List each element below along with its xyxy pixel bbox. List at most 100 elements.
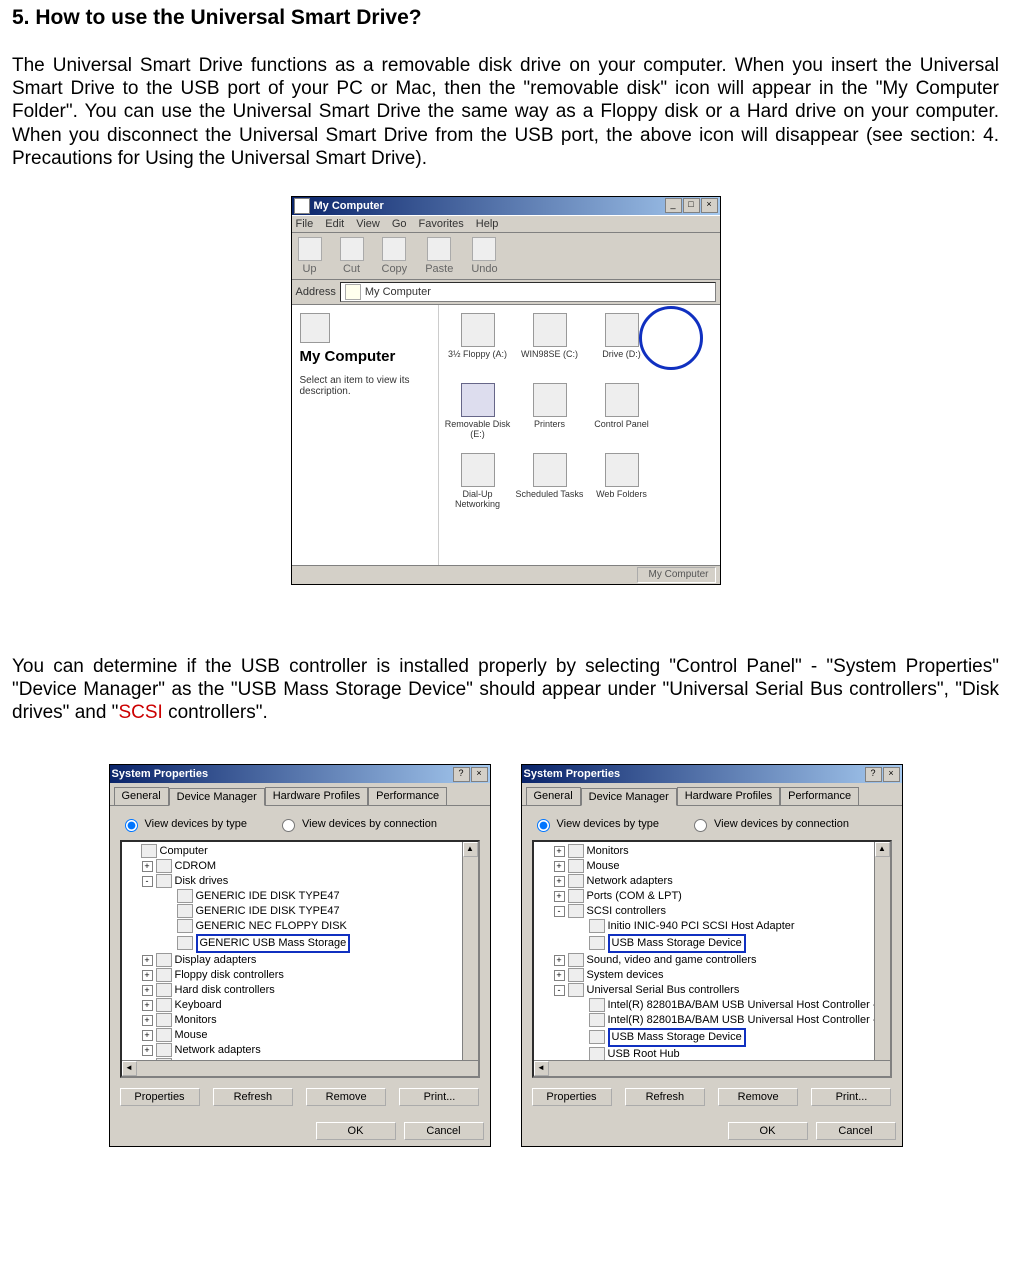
scrollbar-horizontal[interactable]: ◄ [122,1060,478,1076]
tab-device-manager[interactable]: Device Manager [169,788,265,806]
tree-node[interactable]: +Hard disk controllers [124,983,476,998]
tree-node[interactable]: +Monitors [536,844,888,859]
expand-icon[interactable]: - [554,906,565,917]
tree-node[interactable]: +Ports (COM & LPT) [536,889,888,904]
tree-node[interactable]: GENERIC IDE DISK TYPE47 [124,904,476,919]
tab-device-manager[interactable]: Device Manager [581,788,677,806]
dlg-titlebar[interactable]: System Properties ? × [110,765,490,783]
tree-node[interactable]: Intel(R) 82801BA/BAM USB Universal Host … [536,998,888,1013]
expand-icon[interactable]: + [142,1015,153,1026]
expand-icon[interactable]: + [142,955,153,966]
maximize-button[interactable]: □ [683,198,700,213]
desktop-icon[interactable]: Web Folders [587,451,657,519]
tree-node[interactable]: GENERIC IDE DISK TYPE47 [124,889,476,904]
menu-help[interactable]: Help [476,218,499,230]
minimize-button[interactable]: _ [665,198,682,213]
device-tree[interactable]: Computer+CDROM-Disk drivesGENERIC IDE DI… [120,840,480,1078]
help-button[interactable]: ? [453,767,470,782]
titlebar[interactable]: My Computer _ □ × [292,197,720,215]
tree-node[interactable]: Computer [124,844,476,859]
close-button[interactable]: × [471,767,488,782]
refresh-button[interactable]: Refresh [213,1088,293,1106]
expand-icon[interactable]: + [554,891,565,902]
tree-node[interactable]: USB Mass Storage Device [536,1028,888,1047]
tree-node[interactable]: Initio INIC-940 PCI SCSI Host Adapter [536,919,888,934]
scrollbar-vertical[interactable]: ▲ [874,842,890,1060]
radio-by-type[interactable]: View devices by type [532,816,660,832]
menu-edit[interactable]: Edit [325,218,344,230]
toolbar-undo[interactable]: Undo [471,237,497,275]
radio-by-connection[interactable]: View devices by connection [277,816,437,832]
toolbar-paste[interactable]: Paste [425,237,453,275]
help-button[interactable]: ? [865,767,882,782]
remove-button[interactable]: Remove [718,1088,798,1106]
tree-node[interactable]: +Mouse [124,1028,476,1043]
expand-icon[interactable]: + [554,846,565,857]
tree-node[interactable]: +Floppy disk controllers [124,968,476,983]
tree-node[interactable]: -Disk drives [124,874,476,889]
desktop-icon[interactable]: Drive (D:) [587,311,657,379]
refresh-button[interactable]: Refresh [625,1088,705,1106]
tree-node[interactable]: +Network adapters [536,874,888,889]
toolbar-cut[interactable]: Cut [340,237,364,275]
menu-view[interactable]: View [356,218,380,230]
scrollbar-horizontal[interactable]: ◄ [534,1060,890,1076]
expand-icon[interactable]: + [554,955,565,966]
expand-icon[interactable]: + [554,970,565,981]
tab-performance[interactable]: Performance [780,787,859,805]
ok-button[interactable]: OK [316,1122,396,1140]
tree-node[interactable]: Intel(R) 82801BA/BAM USB Universal Host … [536,1013,888,1028]
tree-node[interactable]: +Network adapters [124,1043,476,1058]
desktop-icon[interactable]: 3½ Floppy (A:) [443,311,513,379]
tree-node[interactable]: +System devices [536,968,888,983]
tab-hardware-profiles[interactable]: Hardware Profiles [265,787,368,805]
desktop-icon[interactable]: Scheduled Tasks [515,451,585,519]
expand-icon[interactable]: + [554,861,565,872]
tree-node[interactable]: GENERIC NEC FLOPPY DISK [124,919,476,934]
desktop-icon[interactable]: WIN98SE (C:) [515,311,585,379]
scrollbar-vertical[interactable]: ▲ [462,842,478,1060]
tab-performance[interactable]: Performance [368,787,447,805]
remove-button[interactable]: Remove [306,1088,386,1106]
device-tree[interactable]: +Monitors+Mouse+Network adapters+Ports (… [532,840,892,1078]
expand-icon[interactable]: + [554,876,565,887]
print-button[interactable]: Print... [399,1088,479,1106]
expand-icon[interactable]: + [142,970,153,981]
expand-icon[interactable]: + [142,861,153,872]
expand-icon[interactable]: - [554,985,565,996]
properties-button[interactable]: Properties [532,1088,612,1106]
toolbar-copy[interactable]: Copy [382,237,408,275]
desktop-icon[interactable]: Control Panel [587,381,657,449]
toolbar-up[interactable]: Up [298,237,322,275]
dlg-titlebar[interactable]: System Properties ? × [522,765,902,783]
expand-icon[interactable]: + [142,985,153,996]
cancel-button[interactable]: Cancel [404,1122,484,1140]
desktop-icon[interactable]: Dial-Up Networking [443,451,513,519]
menu-favorites[interactable]: Favorites [419,218,464,230]
tree-node[interactable]: +Display adapters [124,953,476,968]
properties-button[interactable]: Properties [120,1088,200,1106]
close-button[interactable]: × [701,198,718,213]
expand-icon[interactable]: + [142,1030,153,1041]
desktop-icon[interactable]: Printers [515,381,585,449]
desktop-icon[interactable]: Removable Disk (E:) [443,381,513,449]
ok-button[interactable]: OK [728,1122,808,1140]
tree-node[interactable]: +Monitors [124,1013,476,1028]
tree-node[interactable]: +CDROM [124,859,476,874]
tree-node[interactable]: USB Mass Storage Device [536,934,888,953]
expand-icon[interactable]: + [142,1000,153,1011]
print-button[interactable]: Print... [811,1088,891,1106]
menu-file[interactable]: File [296,218,314,230]
menu-go[interactable]: Go [392,218,407,230]
radio-by-connection[interactable]: View devices by connection [689,816,849,832]
radio-by-type[interactable]: View devices by type [120,816,248,832]
expand-icon[interactable]: + [142,1045,153,1056]
tree-node[interactable]: -SCSI controllers [536,904,888,919]
tree-node[interactable]: +Sound, video and game controllers [536,953,888,968]
expand-icon[interactable]: - [142,876,153,887]
tree-node[interactable]: -Universal Serial Bus controllers [536,983,888,998]
close-button[interactable]: × [883,767,900,782]
tab-general[interactable]: General [114,787,169,805]
address-input[interactable]: My Computer [340,282,716,302]
tree-node[interactable]: +Keyboard [124,998,476,1013]
